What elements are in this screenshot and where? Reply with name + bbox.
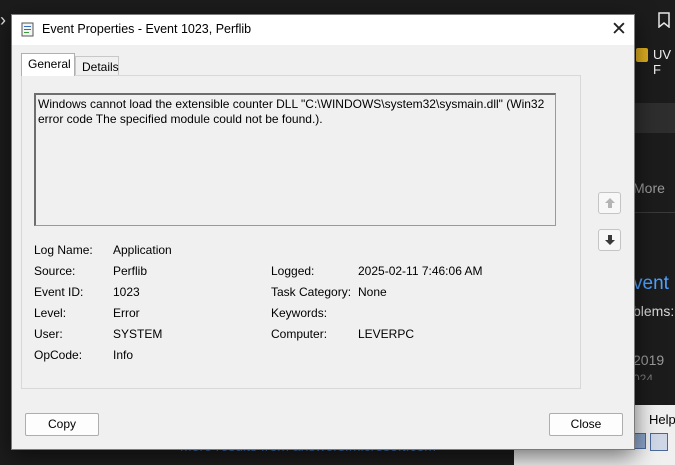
more-link[interactable]: More	[633, 180, 665, 196]
copy-button[interactable]: Copy	[25, 413, 99, 436]
folder-icon	[636, 48, 648, 62]
computer-value: LEVERPC	[358, 327, 415, 341]
close-button[interactable]: Close	[549, 413, 623, 436]
user-value: SYSTEM	[113, 327, 163, 341]
level-value: Error	[113, 306, 140, 320]
close-icon[interactable]: ✕	[604, 15, 634, 45]
title-bar[interactable]: Event Properties - Event 1023, Perflib ✕	[12, 15, 634, 45]
source-value: Perflib	[113, 264, 148, 278]
divider	[634, 212, 675, 213]
result-date: 2019	[633, 352, 665, 368]
chevron-right-icon[interactable]: ›	[0, 10, 8, 30]
keywords-label: Keywords:	[271, 306, 328, 320]
help-menu[interactable]: Help	[649, 412, 675, 427]
event-properties-dialog: Event Properties - Event 1023, Perflib ✕…	[11, 14, 635, 450]
tab-details[interactable]: Details	[75, 56, 119, 76]
next-event-button[interactable]	[598, 229, 621, 251]
log-name-label: Log Name:	[34, 243, 93, 257]
bookmark-icon[interactable]	[658, 12, 672, 30]
log-name-value: Application	[113, 243, 172, 257]
dialog-title: Event Properties - Event 1023, Perflib	[42, 22, 252, 36]
background-band	[634, 103, 675, 133]
previous-event-button[interactable]	[598, 192, 621, 214]
event-log-icon	[21, 22, 35, 37]
task-category-label: Task Category:	[271, 285, 352, 299]
computer-label: Computer:	[271, 327, 328, 341]
source-label: Source:	[34, 264, 76, 278]
user-label: User:	[34, 327, 63, 341]
level-label: Level:	[34, 306, 67, 320]
opcode-label: OpCode:	[34, 348, 83, 362]
logged-label: Logged:	[271, 264, 315, 278]
result-heading[interactable]: vent	[633, 273, 669, 295]
result-date-2: 024	[633, 372, 654, 380]
result-snippet: blems:	[633, 303, 675, 319]
logged-value: 2025-02-11 7:46:06 AM	[358, 264, 483, 278]
general-tab-panel: Windows cannot load the extensible count…	[21, 75, 581, 389]
event-id-label: Event ID:	[34, 285, 84, 299]
toolbar-icon[interactable]	[650, 433, 668, 451]
bookmark-bar-item[interactable]: UV F	[634, 44, 675, 77]
bookmark-label: UV F	[653, 47, 672, 77]
event-description[interactable]: Windows cannot load the extensible count…	[34, 93, 556, 226]
tab-general[interactable]: General	[21, 53, 75, 76]
opcode-value: Info	[113, 348, 134, 362]
event-id-value: 1023	[113, 285, 140, 299]
task-category-value: None	[358, 285, 387, 299]
